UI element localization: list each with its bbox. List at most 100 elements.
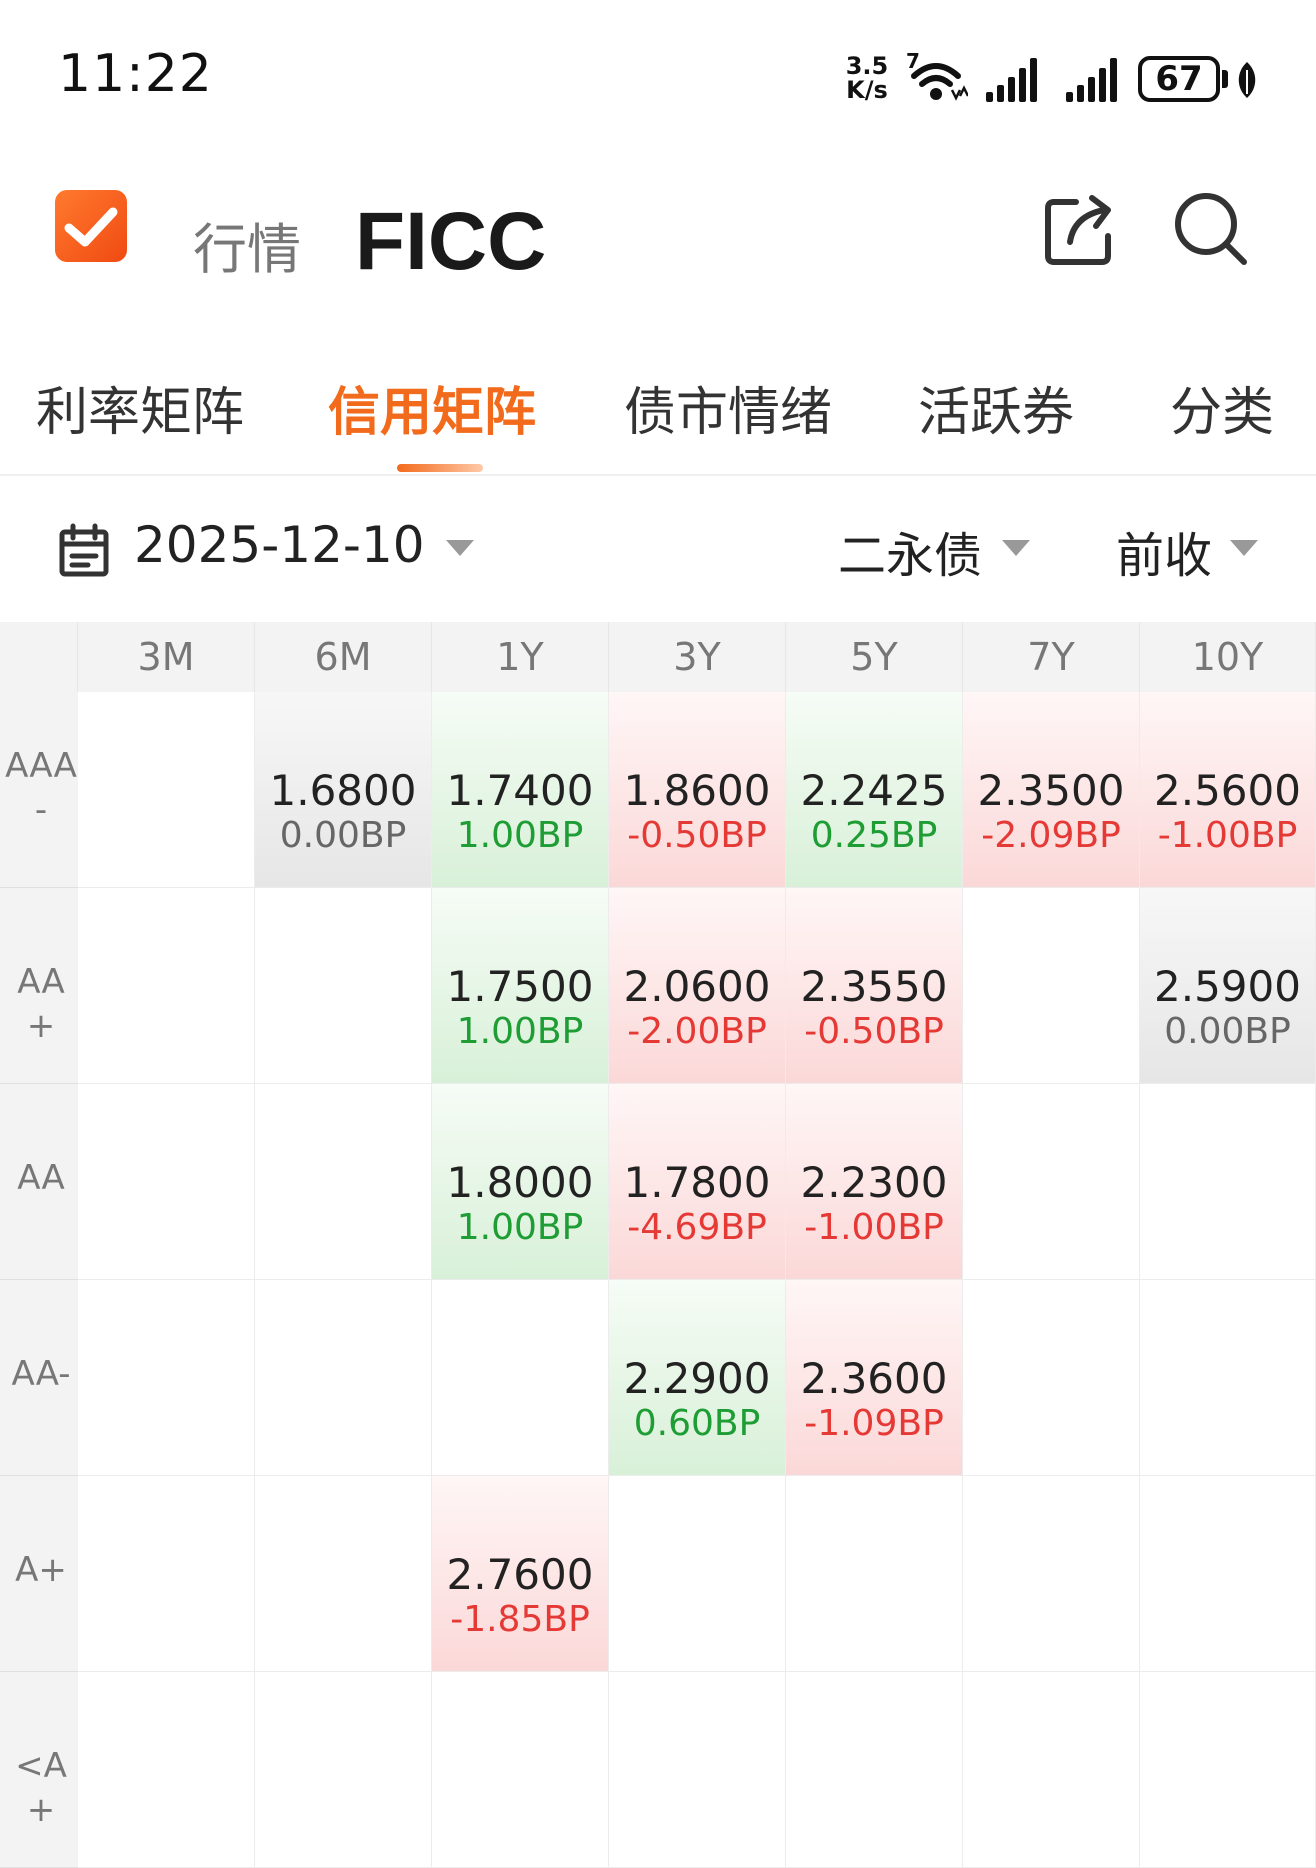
network-speed: 3.5 K/s [842,54,892,102]
yield-value: 2.5600 [1154,766,1301,815]
matrix-cell[interactable]: 2.3600 -1.09BP [786,1280,963,1476]
yield-value: 2.2900 [623,1354,771,1403]
matrix-cell-empty [255,1280,432,1476]
rating-label: AA- [11,1354,71,1394]
matrix-cell-empty [609,1476,786,1672]
filter-row: 2025-12-10 二永债 前收 [0,490,1316,620]
yield-value: 2.3500 [977,766,1125,815]
matrix-cell[interactable]: 2.3500 -2.09BP [963,692,1140,888]
matrix-cell-empty [78,1672,255,1868]
yield-value: 2.3600 [800,1354,948,1403]
matrix-cell[interactable]: 2.2900 0.60BP [609,1280,786,1476]
matrix-cell-empty [78,1280,255,1476]
row-header: AAA- [0,692,78,888]
matrix-cell-empty [786,1476,963,1672]
matrix-cell-empty [963,1280,1140,1476]
matrix-cell-empty [963,1476,1140,1672]
status-bar: 11:22 3.5 K/s 7 67 [0,0,1316,150]
section-label: 行情 [193,218,301,281]
matrix-cell-empty [1140,1476,1316,1672]
network-speed-value: 3.5 [845,52,889,80]
yield-value: 1.7400 [446,766,594,815]
tab-rate-matrix[interactable]: 利率矩阵 [36,370,244,445]
yield-change: -2.09BP [981,815,1121,856]
yield-change: 1.00BP [456,815,584,856]
matrix-cell[interactable]: 2.3550 -0.50BP [786,888,963,1084]
status-time: 11:22 [58,44,213,104]
matrix-cell-empty [786,1672,963,1868]
check-logo-icon [55,190,127,262]
yield-value: 1.8600 [623,766,771,815]
matrix-cell[interactable]: 1.8000 1.00BP [432,1084,609,1280]
matrix-cell[interactable]: 2.5900 0.00BP [1140,888,1316,1084]
yield-change: -0.50BP [627,815,767,856]
page-title: FICC [355,196,547,287]
yield-value: 2.0600 [623,962,771,1011]
matrix-cell-empty [255,888,432,1084]
tab-bar: 利率矩阵 信用矩阵 债市情绪 活跃券 分类 [0,370,1316,476]
search-icon[interactable] [1168,186,1252,270]
yield-value: 1.6800 [269,766,417,815]
yield-value: 2.2425 [800,766,948,815]
column-header: 10Y [1140,622,1316,692]
rating-label: AA [17,1158,65,1198]
matrix-cell-empty [1140,1672,1316,1868]
tab-credit-matrix[interactable]: 信用矩阵 [328,370,536,445]
column-header: 3Y [609,622,786,692]
matrix-cell-empty [255,1672,432,1868]
yield-value: 1.8000 [446,1158,594,1207]
matrix-cell-empty [78,1476,255,1672]
yield-change: -2.00BP [627,1011,767,1052]
leaf-icon [1238,62,1256,98]
tab-category[interactable]: 分类 [1170,370,1274,445]
date-value: 2025-12-10 [134,516,425,574]
yield-change: -0.50BP [804,1011,944,1052]
cell-signal-1-icon [986,58,1037,102]
row-header: <A+ [0,1672,78,1868]
battery-tip [1222,70,1228,88]
matrix-cell-empty [255,1084,432,1280]
matrix-cell[interactable]: 2.2425 0.25BP [786,692,963,888]
share-icon[interactable] [1040,190,1120,270]
matrix-cell[interactable]: 1.7400 1.00BP [432,692,609,888]
cell-signal-2-icon [1066,58,1117,102]
yield-change: -4.69BP [627,1207,767,1248]
yield-change: -1.00BP [804,1207,944,1248]
matrix-cell[interactable]: 2.7600 -1.85BP [432,1476,609,1672]
matrix-cell[interactable]: 1.6800 0.00BP [255,692,432,888]
matrix-cell-empty [78,1084,255,1280]
tab-active-bonds[interactable]: 活跃券 [918,370,1074,445]
yield-change: -1.85BP [450,1599,590,1640]
matrix-cell[interactable]: 2.5600 -1.00BP [1140,692,1316,888]
credit-matrix-table: 3M 6M 1Y 3Y 5Y 7Y 10Y AAA- 1.6800 0.00BP 1.7400 1.0… [0,622,1316,1868]
yield-value: 1.7500 [446,962,594,1011]
yield-change: -1.00BP [1157,815,1298,856]
rating-label: A+ [15,1550,67,1590]
tab-bond-sentiment[interactable]: 债市情绪 [624,370,832,445]
matrix-cell-empty [1140,1084,1316,1280]
chevron-down-icon [1230,540,1258,556]
matrix-cell[interactable]: 1.8600 -0.50BP [609,692,786,888]
column-header: 1Y [432,622,609,692]
calendar-icon [59,523,109,577]
yield-change: -1.09BP [804,1403,944,1444]
battery-icon: 67 [1138,56,1220,102]
yield-value: 2.5900 [1154,962,1301,1011]
matrix-cell-empty [1140,1280,1316,1476]
matrix-cell-empty [609,1672,786,1868]
matrix-cell[interactable]: 1.7800 -4.69BP [609,1084,786,1280]
row-header: A+ [0,1476,78,1672]
row-header: AA+ [0,888,78,1084]
chevron-down-icon [1002,540,1030,556]
yield-change: 1.00BP [456,1207,584,1248]
matrix-cell[interactable]: 1.7500 1.00BP [432,888,609,1084]
bond-type-value: 二永债 [838,528,983,584]
column-header: 6M [255,622,432,692]
wifi-icon: 7 [906,52,968,101]
matrix-cell-empty [255,1476,432,1672]
rating-label: AAA- [5,746,77,830]
matrix-cell[interactable]: 2.0600 -2.00BP [609,888,786,1084]
network-speed-unit: K/s [846,76,888,104]
matrix-cell[interactable]: 2.2300 -1.00BP [786,1084,963,1280]
yield-change: 1.00BP [456,1011,584,1052]
